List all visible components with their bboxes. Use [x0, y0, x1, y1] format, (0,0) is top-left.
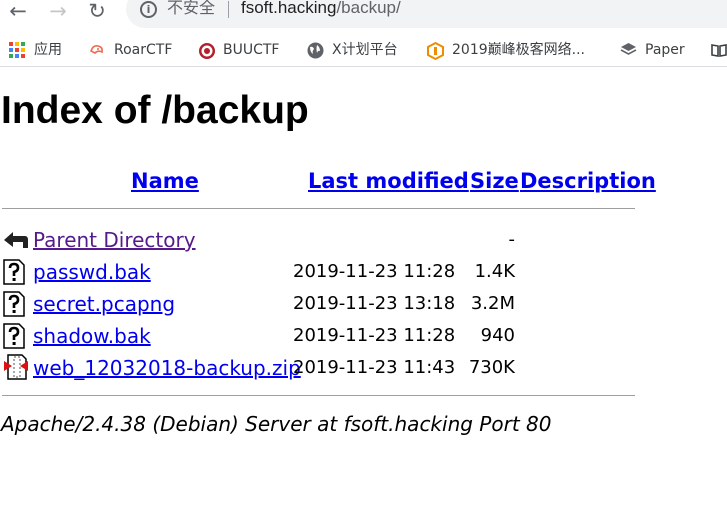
column-header-last-modified[interactable]: Last modified — [308, 168, 469, 194]
file-size: 940 — [480, 325, 515, 346]
roarctf-icon — [89, 42, 105, 58]
file-link[interactable]: web_12032018-backup.zip — [33, 356, 301, 380]
address-bar[interactable] — [126, 0, 727, 28]
layers-icon — [620, 42, 637, 58]
bookmark-label: 应用 — [34, 42, 62, 58]
bookmark-dianfeng[interactable]: 2019巅峰极客网络... — [427, 36, 585, 64]
file-date: 2019-11-23 11:43 — [293, 357, 456, 378]
bookmark-label: X计划平台 — [332, 42, 398, 58]
header-divider — [2, 208, 635, 209]
bookmark-label: BUUCTF — [223, 42, 280, 58]
bookmark-buuctf[interactable]: BUUCTF — [198, 36, 279, 64]
bookmark-xplan[interactable]: X计划平台 — [307, 36, 398, 64]
bookmark-apps[interactable]: 应用 — [9, 36, 62, 64]
bookmark-label: RoarCTF — [114, 42, 173, 58]
bookmark-overflow[interactable] — [711, 36, 727, 64]
file-link[interactable]: secret.pcapng — [33, 292, 175, 316]
forward-arrow-icon[interactable]: → — [45, 0, 71, 24]
info-icon[interactable]: i — [140, 1, 157, 18]
file-size: 730K — [468, 357, 515, 378]
file-link[interactable]: shadow.bak — [33, 324, 151, 348]
compressed-file-icon — [3, 354, 28, 380]
url-host: fsoft.hacking — [241, 0, 337, 17]
apps-grid-icon — [9, 42, 25, 58]
unknown-file-icon — [3, 291, 27, 317]
url-text[interactable]: fsoft.hacking/backup/ — [241, 0, 401, 18]
footer-divider — [2, 395, 635, 396]
bookmarks-bar: 应用 RoarCTF BUUCTF X计划平台 2019巅峰极客网络... Pa… — [0, 36, 727, 67]
file-date: 2019-11-23 11:28 — [293, 325, 456, 346]
url-path: /backup/ — [336, 0, 401, 17]
bookmark-label: 2019巅峰极客网络... — [452, 42, 585, 58]
unknown-file-icon — [3, 259, 27, 285]
browser-toolbar: ← → ↻ i 不安全 fsoft.hacking/backup/ — [0, 0, 727, 36]
file-date: 2019-11-23 11:28 — [293, 261, 456, 282]
page-title: Index of /backup — [1, 89, 309, 132]
hexagon-logo-icon — [427, 41, 444, 61]
file-link[interactable]: passwd.bak — [33, 260, 151, 284]
security-label[interactable]: 不安全 — [167, 0, 215, 18]
file-size: 1.4K — [474, 261, 515, 282]
bookmark-roarctf[interactable]: RoarCTF — [89, 36, 172, 64]
back-arrow-icon[interactable]: ← — [5, 0, 31, 24]
parent-directory-link[interactable]: Parent Directory — [33, 228, 196, 252]
bookmark-label: Paper — [645, 42, 685, 58]
bookmark-paper[interactable]: Paper — [620, 36, 685, 64]
column-header-description[interactable]: Description — [520, 168, 656, 194]
column-header-size[interactable]: Size — [470, 168, 519, 194]
file-date: 2019-11-23 13:18 — [293, 293, 456, 314]
globe-icon — [307, 42, 324, 59]
address-separator — [228, 1, 229, 18]
file-size: - — [508, 229, 516, 250]
file-size: 3.2M — [470, 293, 515, 314]
book-icon — [711, 42, 727, 58]
back-arrow-icon — [3, 228, 28, 252]
server-signature: Apache/2.4.38 (Debian) Server at fsoft.h… — [1, 412, 552, 436]
reload-icon[interactable]: ↻ — [84, 0, 110, 24]
column-header-name[interactable]: Name — [131, 168, 199, 194]
buuctf-icon — [198, 42, 215, 59]
unknown-file-icon — [3, 323, 27, 349]
